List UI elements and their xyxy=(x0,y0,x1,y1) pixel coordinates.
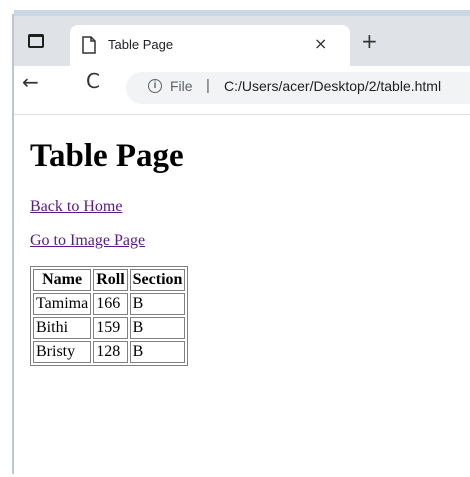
header-section: Section xyxy=(129,269,186,291)
cell-roll: 166 xyxy=(93,293,128,315)
cell-name: Bithi xyxy=(33,317,92,339)
cell-section: B xyxy=(129,317,186,339)
info-icon[interactable]: i xyxy=(148,79,162,93)
file-scheme-label: File xyxy=(170,78,193,94)
table-row: Bristy 128 B xyxy=(33,341,186,363)
image-page-link[interactable]: Go to Image Page xyxy=(30,232,460,250)
table-row: Tamima 166 B xyxy=(33,293,186,315)
header-roll: Roll xyxy=(93,269,128,291)
page-content: Table Page Back to Home Go to Image Page… xyxy=(30,126,460,366)
page-icon xyxy=(82,36,96,54)
header-name: Name xyxy=(33,269,92,291)
browser-window: Table Page × + ← C i File | C:/Users/ace… xyxy=(14,16,470,477)
screen: Table Page × + ← C i File | C:/Users/ace… xyxy=(0,0,470,477)
table-row: Bithi 159 B xyxy=(33,317,186,339)
tab-title: Table Page xyxy=(108,37,174,52)
address-separator: | xyxy=(206,77,210,94)
tab-table-page[interactable]: Table Page × xyxy=(70,25,350,66)
cell-roll: 128 xyxy=(93,341,128,363)
page-title: Table Page xyxy=(30,138,184,174)
reload-icon[interactable]: C xyxy=(86,69,100,93)
close-tab-icon[interactable]: × xyxy=(314,34,327,53)
cell-name: Tamima xyxy=(33,293,92,315)
tab-strip: Table Page × + xyxy=(14,16,470,66)
toolbar: ← C i File | C:/Users/acer/Desktop/2/tab… xyxy=(14,66,470,108)
address-bar[interactable]: i File | C:/Users/acer/Desktop/2/table.h… xyxy=(126,72,470,104)
data-table: Name Roll Section Tamima 166 B Bithi 159… xyxy=(30,266,189,366)
content-divider xyxy=(14,114,470,115)
back-to-home-link[interactable]: Back to Home xyxy=(30,198,460,216)
cell-roll: 159 xyxy=(93,317,128,339)
url-text[interactable]: C:/Users/acer/Desktop/2/table.html xyxy=(224,78,441,94)
new-tab-icon[interactable]: + xyxy=(361,29,378,53)
back-arrow-icon[interactable]: ← xyxy=(22,70,39,94)
table-header-row: Name Roll Section xyxy=(33,269,186,291)
tab-actions-icon[interactable] xyxy=(28,34,44,48)
cell-section: B xyxy=(129,341,186,363)
cell-name: Bristy xyxy=(33,341,92,363)
cell-section: B xyxy=(129,293,186,315)
